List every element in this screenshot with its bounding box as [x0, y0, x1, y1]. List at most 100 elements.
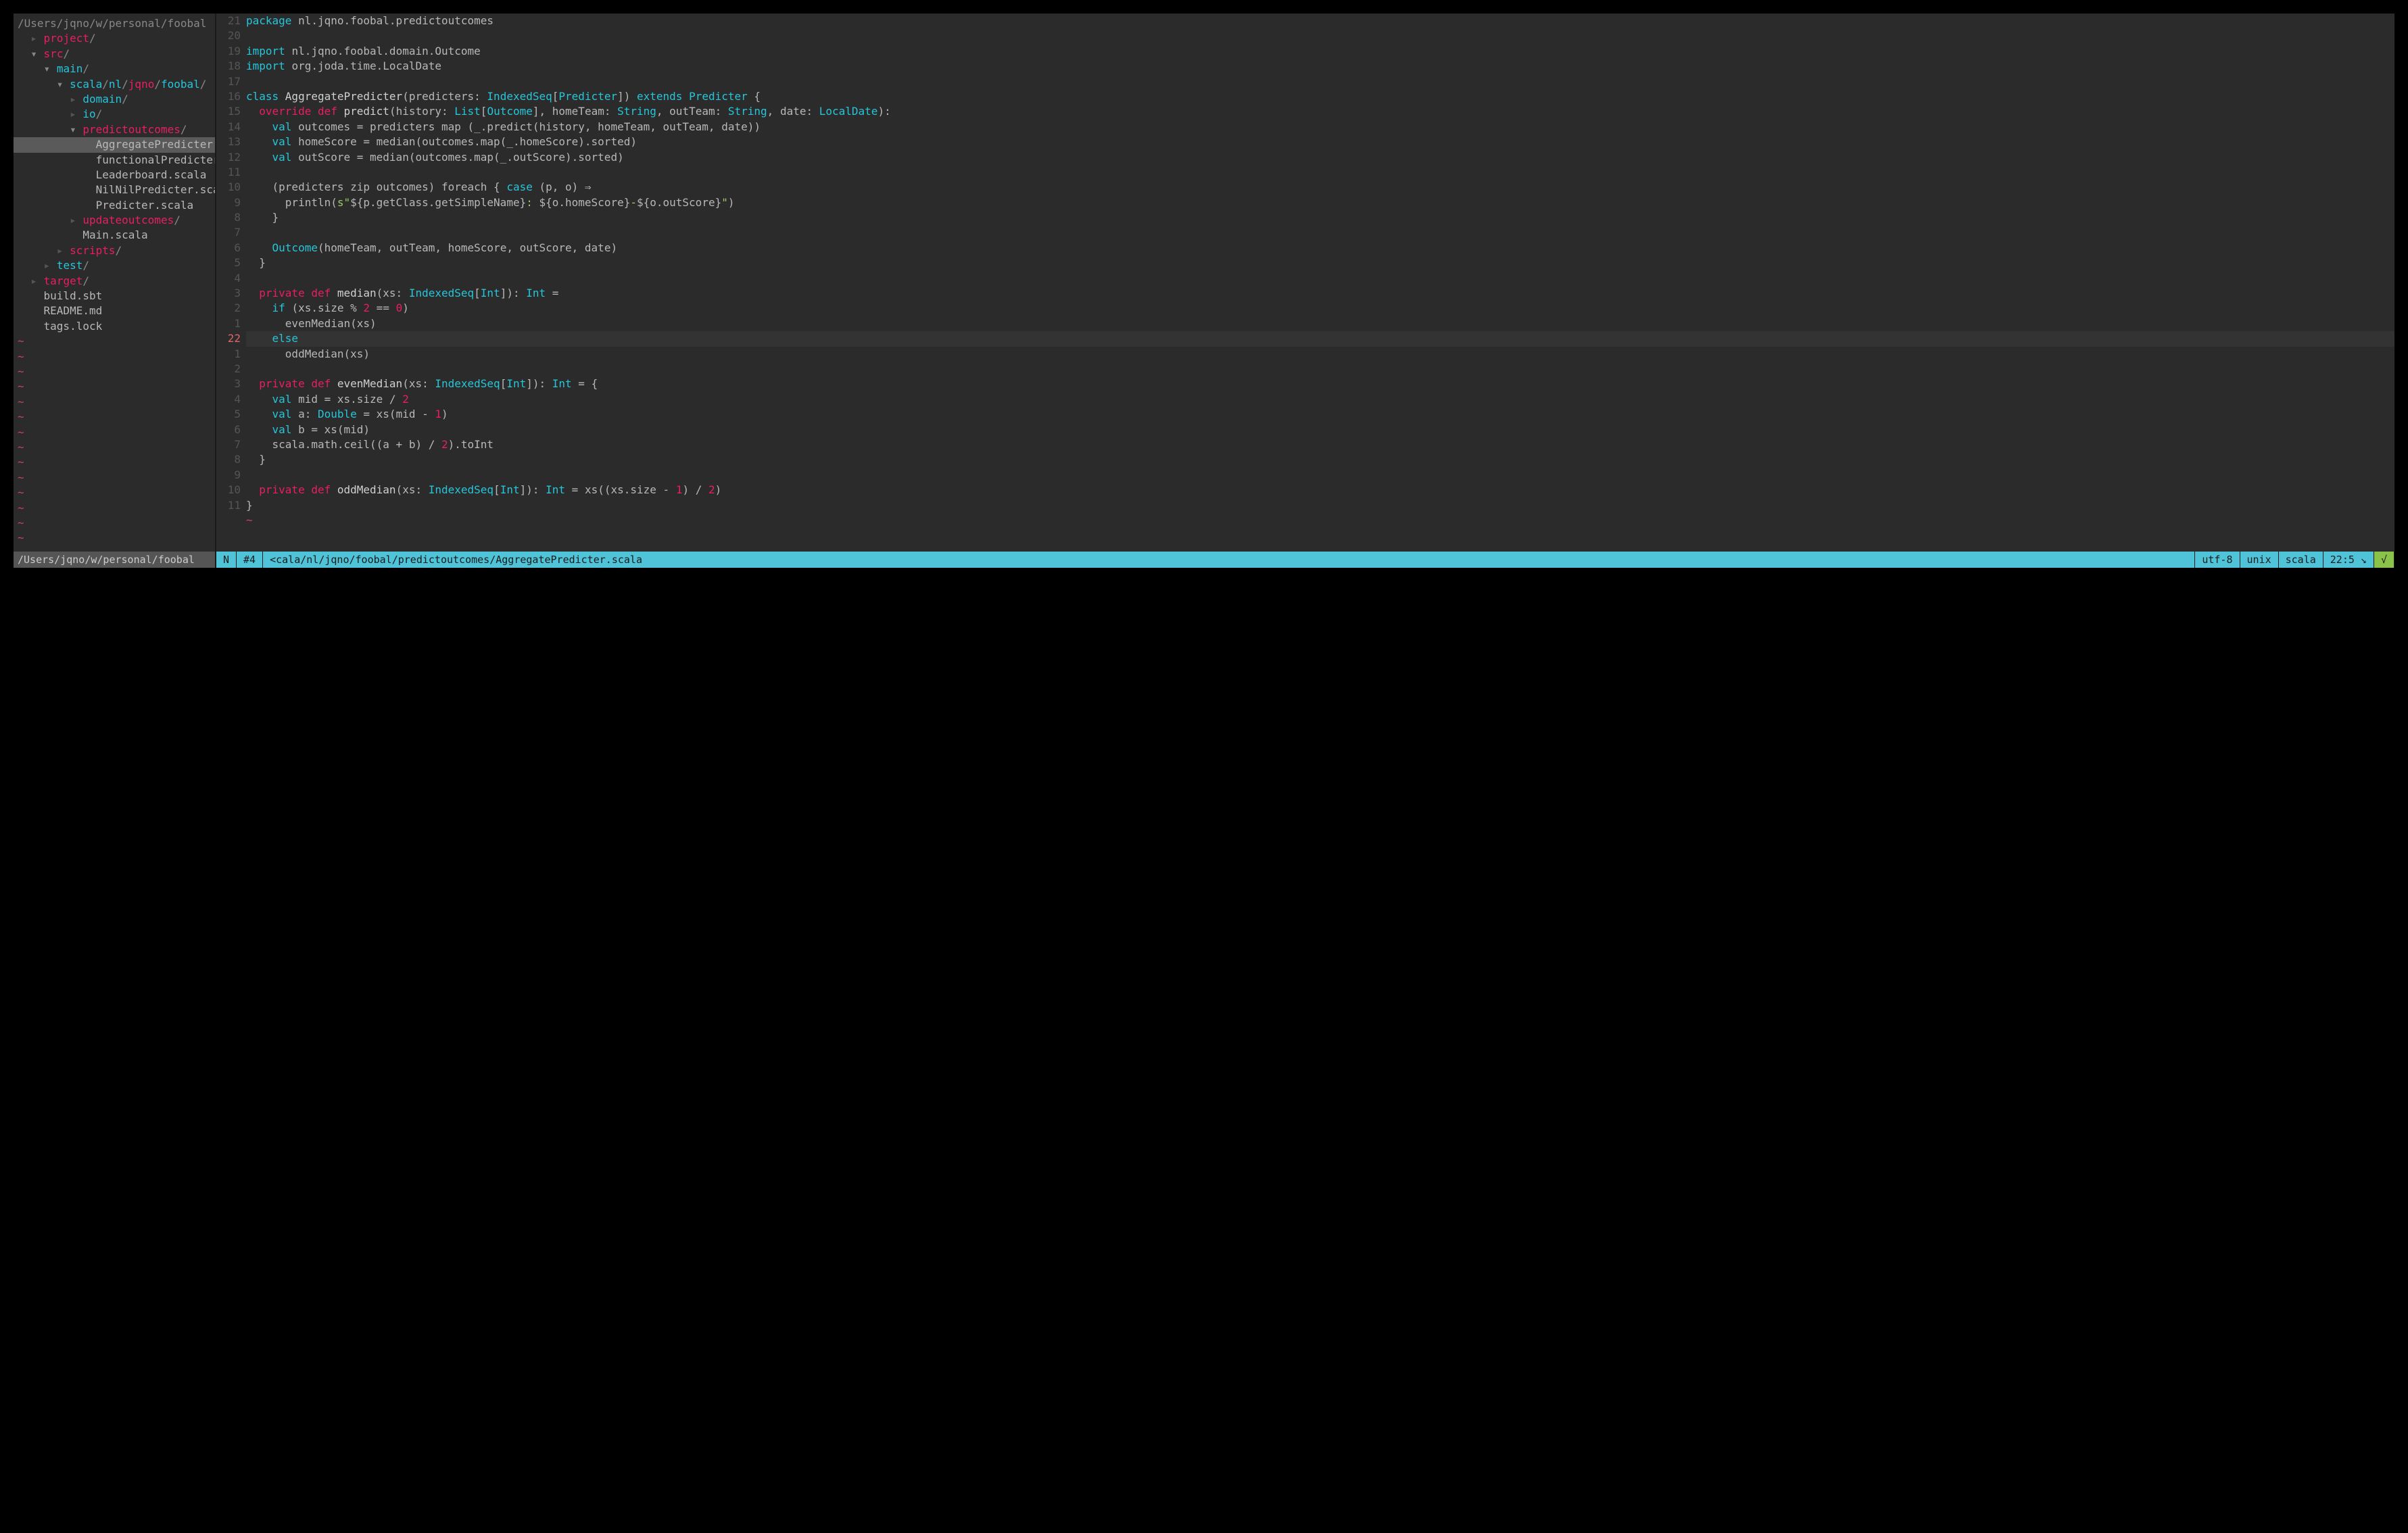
tree-arrow-icon: ▸ [30, 32, 37, 45]
status-filetype: scala [2279, 552, 2323, 568]
status-file-path: <cala/nl/jqno/foobal/predictoutcomes/Agg… [263, 552, 2195, 568]
tree-file-item[interactable]: tags.lock [14, 319, 215, 334]
code-line[interactable]: private def median(xs: IndexedSeq[Int]):… [246, 286, 2394, 301]
tree-file-item[interactable]: Predicter.scala [14, 198, 215, 213]
tree-dir-item[interactable]: ▸ domain/ [14, 92, 215, 107]
tree-dir-item[interactable]: ▸ project/ [14, 31, 215, 46]
tree-dir-item[interactable]: ▸ io/ [14, 107, 215, 122]
tree-arrow-icon: ▸ [30, 274, 37, 287]
tilde-marker: ~ [246, 513, 2394, 528]
code-line[interactable]: import nl.jqno.foobal.domain.Outcome [246, 44, 2394, 59]
tree-dir-item[interactable]: ▸ scripts/ [14, 243, 215, 258]
status-mode: N [216, 552, 237, 568]
tree-dir-item[interactable]: ▾ main/ [14, 62, 215, 76]
tree-file-item[interactable]: Leaderboard.scala [14, 168, 215, 182]
tilde-marker: ~ [14, 410, 215, 424]
code-line[interactable]: Outcome(homeTeam, outTeam, homeScore, ou… [246, 241, 2394, 256]
status-buffer-number: #4 [237, 552, 263, 568]
tree-file-item[interactable]: README.md [14, 303, 215, 318]
tree-dir-item[interactable]: ▸ test/ [14, 258, 215, 273]
tree-dir-item[interactable]: ▸ target/ [14, 274, 215, 289]
code-line[interactable] [246, 362, 2394, 376]
tree-dir-item[interactable]: ▾ predictoutcomes/ [14, 122, 215, 137]
tree-file-item[interactable]: NilNilPredicter.sca [14, 182, 215, 197]
code-line[interactable] [246, 225, 2394, 240]
code-line[interactable]: private def evenMedian(xs: IndexedSeq[In… [246, 376, 2394, 391]
code-content[interactable]: package nl.jqno.foobal.predictoutcomes i… [246, 14, 2394, 552]
line-number: 10 [216, 180, 241, 195]
code-editor-pane[interactable]: 2120191817161514131211109876543212212345… [216, 14, 2394, 552]
line-number: 21 [216, 14, 241, 28]
code-line[interactable]: package nl.jqno.foobal.predictoutcomes [246, 14, 2394, 28]
line-number: 19 [216, 44, 241, 59]
tree-file-item[interactable]: AggregatePredicter. [14, 137, 215, 152]
tree-file-item[interactable]: functionalPredicter [14, 153, 215, 168]
status-tree-path: /Users/jqno/w/personal/foobal [14, 552, 216, 568]
code-line[interactable]: val a: Double = xs(mid - 1) [246, 407, 2394, 422]
line-number: 14 [216, 120, 241, 135]
code-line[interactable]: val homeScore = median(outcomes.map(_.ho… [246, 135, 2394, 149]
line-number: 22 [216, 331, 241, 346]
code-line[interactable] [246, 271, 2394, 286]
code-line[interactable]: val outcomes = predicters map (_.predict… [246, 120, 2394, 135]
code-line[interactable]: override def predict(history: List[Outco… [246, 104, 2394, 119]
code-line[interactable]: scala.math.ceil((a + b) / 2).toInt [246, 437, 2394, 452]
line-number: 5 [216, 407, 241, 422]
code-line[interactable]: val outScore = median(outcomes.map(_.out… [246, 150, 2394, 165]
tilde-marker: ~ [14, 455, 215, 470]
tree-arrow-icon: ▾ [70, 123, 76, 136]
line-number: 2 [216, 301, 241, 316]
code-line[interactable]: else [246, 331, 2394, 346]
line-number: 11 [216, 498, 241, 513]
code-line[interactable]: private def oddMedian(xs: IndexedSeq[Int… [246, 483, 2394, 497]
line-number: 4 [216, 271, 241, 286]
tree-dir-item[interactable]: ▸ updateoutcomes/ [14, 213, 215, 228]
tree-file-item[interactable]: build.sbt [14, 289, 215, 303]
code-line[interactable]: class AggregatePredicter(predicters: Ind… [246, 89, 2394, 104]
line-number: 16 [216, 89, 241, 104]
code-line[interactable]: println(s"${p.getClass.getSimpleName}: $… [246, 195, 2394, 210]
line-number: 10 [216, 483, 241, 497]
code-line[interactable]: oddMedian(xs) [246, 347, 2394, 362]
code-line[interactable]: if (xs.size % 2 == 0) [246, 301, 2394, 316]
code-line[interactable] [246, 74, 2394, 89]
status-file-format: unix [2240, 552, 2279, 568]
line-number: 5 [216, 256, 241, 270]
code-line[interactable] [246, 165, 2394, 180]
code-line[interactable]: } [246, 210, 2394, 225]
tilde-marker: ~ [14, 395, 215, 410]
code-line[interactable] [246, 468, 2394, 483]
code-line[interactable]: (predicters zip outcomes) foreach { case… [246, 180, 2394, 195]
tilde-marker: ~ [14, 334, 215, 349]
line-number: 20 [216, 28, 241, 43]
code-line[interactable]: import org.joda.time.LocalDate [246, 59, 2394, 74]
code-line[interactable]: evenMedian(xs) [246, 316, 2394, 331]
file-tree-pane[interactable]: /Users/jqno/w/personal/foobal ▸ project/… [14, 14, 216, 552]
code-line[interactable]: } [246, 498, 2394, 513]
tree-arrow-icon: ▸ [57, 244, 64, 257]
line-number: 1 [216, 316, 241, 331]
line-number: 18 [216, 59, 241, 74]
status-bar: /Users/jqno/w/personal/foobal N #4 <cala… [14, 552, 2394, 568]
code-line[interactable] [246, 28, 2394, 43]
code-line[interactable]: } [246, 452, 2394, 467]
tree-arrow-icon: ▸ [70, 93, 76, 105]
status-cursor-position: 22:5 ↘ [2323, 552, 2374, 568]
tree-dir-item[interactable]: ▾ src/ [14, 47, 215, 62]
tree-root-path: /Users/jqno/w/personal/foobal [14, 16, 215, 31]
code-line[interactable]: } [246, 256, 2394, 270]
line-number: 11 [216, 165, 241, 180]
tree-arrow-icon: ▾ [44, 62, 51, 75]
line-number: 17 [216, 74, 241, 89]
line-number: 6 [216, 422, 241, 437]
tilde-marker: ~ [14, 516, 215, 531]
tree-arrow-icon: ▸ [70, 214, 76, 226]
line-number: 4 [216, 392, 241, 407]
tree-arrow-icon: ▾ [57, 78, 64, 91]
tree-dir-item[interactable]: ▾ scala/nl/jqno/foobal/ [14, 77, 215, 92]
tree-file-item[interactable]: Main.scala [14, 228, 215, 243]
code-line[interactable]: val mid = xs.size / 2 [246, 392, 2394, 407]
line-number: 7 [216, 437, 241, 452]
tilde-marker: ~ [14, 531, 215, 545]
code-line[interactable]: val b = xs(mid) [246, 422, 2394, 437]
